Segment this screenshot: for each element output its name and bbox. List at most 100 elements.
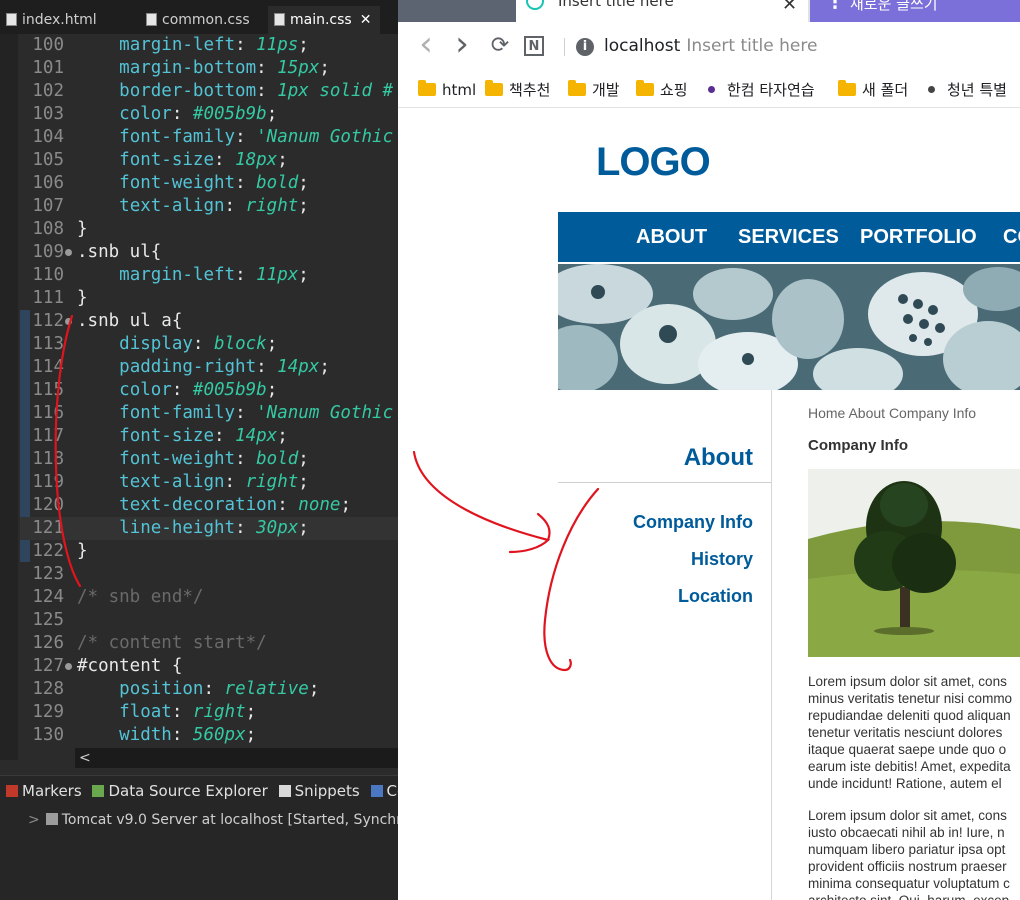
- code-line[interactable]: 124 /* snb end*/: [20, 586, 398, 609]
- code-line[interactable]: 115 color: #005b9b;: [20, 379, 398, 402]
- code-text: }: [77, 287, 88, 310]
- code-line[interactable]: 111}: [20, 287, 398, 310]
- forward-icon[interactable]: ›: [448, 27, 476, 61]
- fold-toggle-icon[interactable]: [65, 249, 72, 256]
- code-line[interactable]: 128 position: relative;: [20, 678, 398, 701]
- code-text: width: 560px;: [77, 724, 256, 747]
- code-line[interactable]: 108}: [20, 218, 398, 241]
- nav-contact[interactable]: CO: [1003, 212, 1020, 262]
- reload-icon[interactable]: ⟳: [486, 32, 514, 60]
- line-number: 129: [32, 702, 64, 722]
- bookmark-label: 한컴 타자연습: [727, 81, 815, 99]
- bookmark-shopping[interactable]: 쇼핑: [636, 80, 688, 100]
- server-icon: [45, 813, 58, 825]
- code-line[interactable]: 130 width: 560px;: [20, 724, 398, 747]
- fold-toggle-icon[interactable]: [65, 318, 72, 325]
- code-line[interactable]: 118 font-weight: bold;: [20, 448, 398, 471]
- folder-icon: [418, 80, 436, 96]
- tab-index-html[interactable]: index.html: [0, 6, 136, 34]
- fold-toggle-icon[interactable]: [65, 663, 72, 670]
- code-token: 18px: [235, 150, 278, 170]
- nav-about[interactable]: ABOUT: [636, 212, 707, 262]
- code-line[interactable]: 107 text-align: right;: [20, 195, 398, 218]
- code-token: }: [77, 288, 88, 308]
- site-logo[interactable]: LOGO: [596, 140, 711, 185]
- code-line[interactable]: 102 border-bottom: 1px solid #: [20, 80, 398, 103]
- code-token: :: [235, 518, 257, 538]
- code-line[interactable]: 126 /* content start*/: [20, 632, 398, 655]
- tab-common-css[interactable]: common.css: [140, 6, 264, 34]
- code-line[interactable]: 117 font-size: 14px;: [20, 425, 398, 448]
- expand-arrow-icon[interactable]: >: [28, 812, 40, 828]
- snb-item-company-info[interactable]: Company Info: [558, 512, 753, 533]
- code-line[interactable]: 109 .snb ul{: [20, 241, 398, 264]
- back-icon[interactable]: ‹: [412, 27, 440, 61]
- code-line[interactable]: 125: [20, 609, 398, 632]
- code-line[interactable]: 119 text-align: right;: [20, 471, 398, 494]
- tab-snippets[interactable]: Snippets: [278, 782, 360, 800]
- info-icon[interactable]: i: [576, 38, 594, 56]
- browser-tab-active[interactable]: Insert title here ✕: [516, 0, 808, 22]
- code-editor[interactable]: 100 margin-left: 11ps; 101 margin-bottom:…: [20, 34, 398, 748]
- nav-services[interactable]: SERVICES: [738, 212, 839, 262]
- code-token: :: [213, 426, 236, 446]
- code-line[interactable]: 110 margin-left: 11px;: [20, 264, 398, 287]
- code-token: 'Nanum Gothic: [256, 127, 394, 147]
- close-icon[interactable]: ✕: [360, 12, 372, 28]
- bottom-panel: Markers Data Source Explorer Snippets Co…: [0, 775, 398, 900]
- snb-item-history[interactable]: History: [558, 549, 753, 570]
- bookmark-html[interactable]: html: [418, 80, 476, 100]
- browser-tab-newpost[interactable]: ⋮ 새로운 글쓰기: [810, 0, 1020, 22]
- code-line[interactable]: 123: [20, 563, 398, 586]
- bookmark-typing[interactable]: 한컴 타자연습: [704, 80, 815, 100]
- menu-dots-icon[interactable]: ⋮: [826, 0, 844, 13]
- browser-tab-previous[interactable]: [398, 0, 516, 22]
- bookmark-label: html: [442, 81, 477, 99]
- tab-markers[interactable]: Markers: [6, 782, 82, 800]
- tab-label: main.css: [290, 12, 352, 28]
- code-token: ;: [298, 196, 309, 216]
- code-line[interactable]: 122}: [20, 540, 398, 563]
- close-icon[interactable]: ✕: [782, 0, 797, 15]
- code-token: margin-left: [119, 35, 236, 55]
- code-token: font-weight: [119, 449, 236, 469]
- code-token: ;: [298, 265, 309, 285]
- code-token: ;: [319, 58, 330, 78]
- code-line[interactable]: 114 padding-right: 14px;: [20, 356, 398, 379]
- bookmark-dev[interactable]: 개발: [568, 80, 620, 100]
- bookmark-youth[interactable]: 청년 특별: [924, 80, 1007, 100]
- horizontal-scrollbar[interactable]: <: [75, 748, 398, 768]
- bookmark-books[interactable]: 책추천: [485, 80, 550, 100]
- bookmark-new-folder[interactable]: 새 폴더: [838, 80, 908, 100]
- code-line[interactable]: 127 #content {: [20, 655, 398, 678]
- code-token: font-size: [119, 150, 214, 170]
- code-line[interactable]: 112 .snb ul a{: [20, 310, 398, 333]
- code-line[interactable]: 129 float: right;: [20, 701, 398, 724]
- code-line[interactable]: 105 font-size: 18px;: [20, 149, 398, 172]
- code-line[interactable]: 116 font-family: 'Nanum Gothic: [20, 402, 398, 425]
- code-line[interactable]: 121 line-height: 30px;: [20, 517, 398, 540]
- bookmark-label: 책추천: [509, 81, 551, 99]
- scroll-left-icon[interactable]: <: [79, 750, 91, 766]
- code-line[interactable]: 106 font-weight: bold;: [20, 172, 398, 195]
- line-number: 112: [32, 311, 64, 331]
- extension-icon[interactable]: N: [524, 36, 544, 56]
- code-line[interactable]: 101 margin-bottom: 15px;: [20, 57, 398, 80]
- code-line[interactable]: 103 color: #005b9b;: [20, 103, 398, 126]
- server-entry[interactable]: > Tomcat v9.0 Server at localhost [Starte…: [28, 812, 398, 828]
- tab-console[interactable]: Co: [370, 782, 398, 800]
- nav-portfolio[interactable]: PORTFOLIO: [860, 212, 977, 262]
- snb-item-location[interactable]: Location: [558, 586, 753, 607]
- address-bar[interactable]: i localhost Insert title here: [576, 32, 817, 60]
- line-number: 115: [32, 380, 64, 400]
- code-line[interactable]: 113 display: block;: [20, 333, 398, 356]
- line-number: 106: [32, 173, 64, 193]
- code-line[interactable]: 120 text-decoration: none;: [20, 494, 398, 517]
- tab-data-source-explorer[interactable]: Data Source Explorer: [92, 782, 268, 800]
- code-line[interactable]: 100 margin-left: 11ps;: [20, 34, 398, 57]
- code-line[interactable]: 104 font-family: 'Nanum Gothic: [20, 126, 398, 149]
- tab-main-css[interactable]: main.css ✕: [268, 6, 380, 34]
- code-token: 30px: [256, 518, 299, 538]
